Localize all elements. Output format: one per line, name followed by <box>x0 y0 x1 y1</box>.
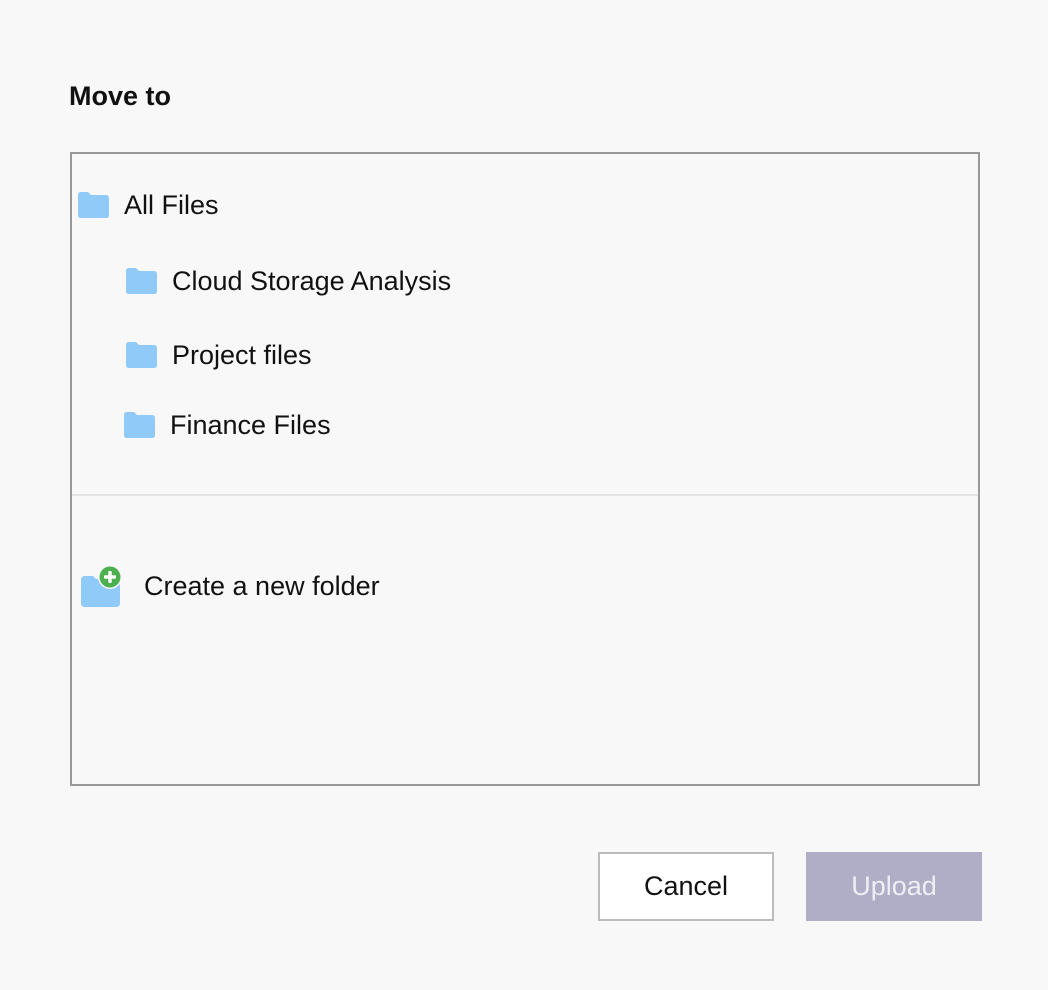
create-folder-button[interactable]: Create a new folder <box>80 564 380 608</box>
cancel-button[interactable]: Cancel <box>598 852 774 921</box>
tree-item-label: All Files <box>124 190 219 220</box>
tree-item-label: Finance Files <box>170 410 331 440</box>
tree-item-finance-files[interactable]: Finance Files <box>122 408 331 442</box>
tree-divider <box>72 494 978 496</box>
folder-icon <box>124 341 158 369</box>
tree-item-all-files[interactable]: All Files <box>76 188 219 222</box>
tree-item-label: Cloud Storage Analysis <box>172 266 452 296</box>
move-to-dialog: Move to All Files Cloud Storage Analysis <box>0 0 1048 990</box>
upload-button[interactable]: Upload <box>806 852 982 921</box>
tree-item-label: Project files <box>172 340 312 370</box>
tree-item-project-files[interactable]: Project files <box>124 338 312 372</box>
dialog-title: Move to <box>69 81 172 111</box>
folder-icon <box>124 267 158 295</box>
create-folder-label: Create a new folder <box>144 571 380 601</box>
folder-icon <box>122 411 156 439</box>
tree-item-cloud-storage-analysis[interactable]: Cloud Storage Analysis <box>124 264 451 298</box>
new-folder-icon <box>80 564 122 608</box>
folder-icon <box>76 191 110 219</box>
folder-tree: All Files Cloud Storage Analysis Project… <box>70 152 980 786</box>
